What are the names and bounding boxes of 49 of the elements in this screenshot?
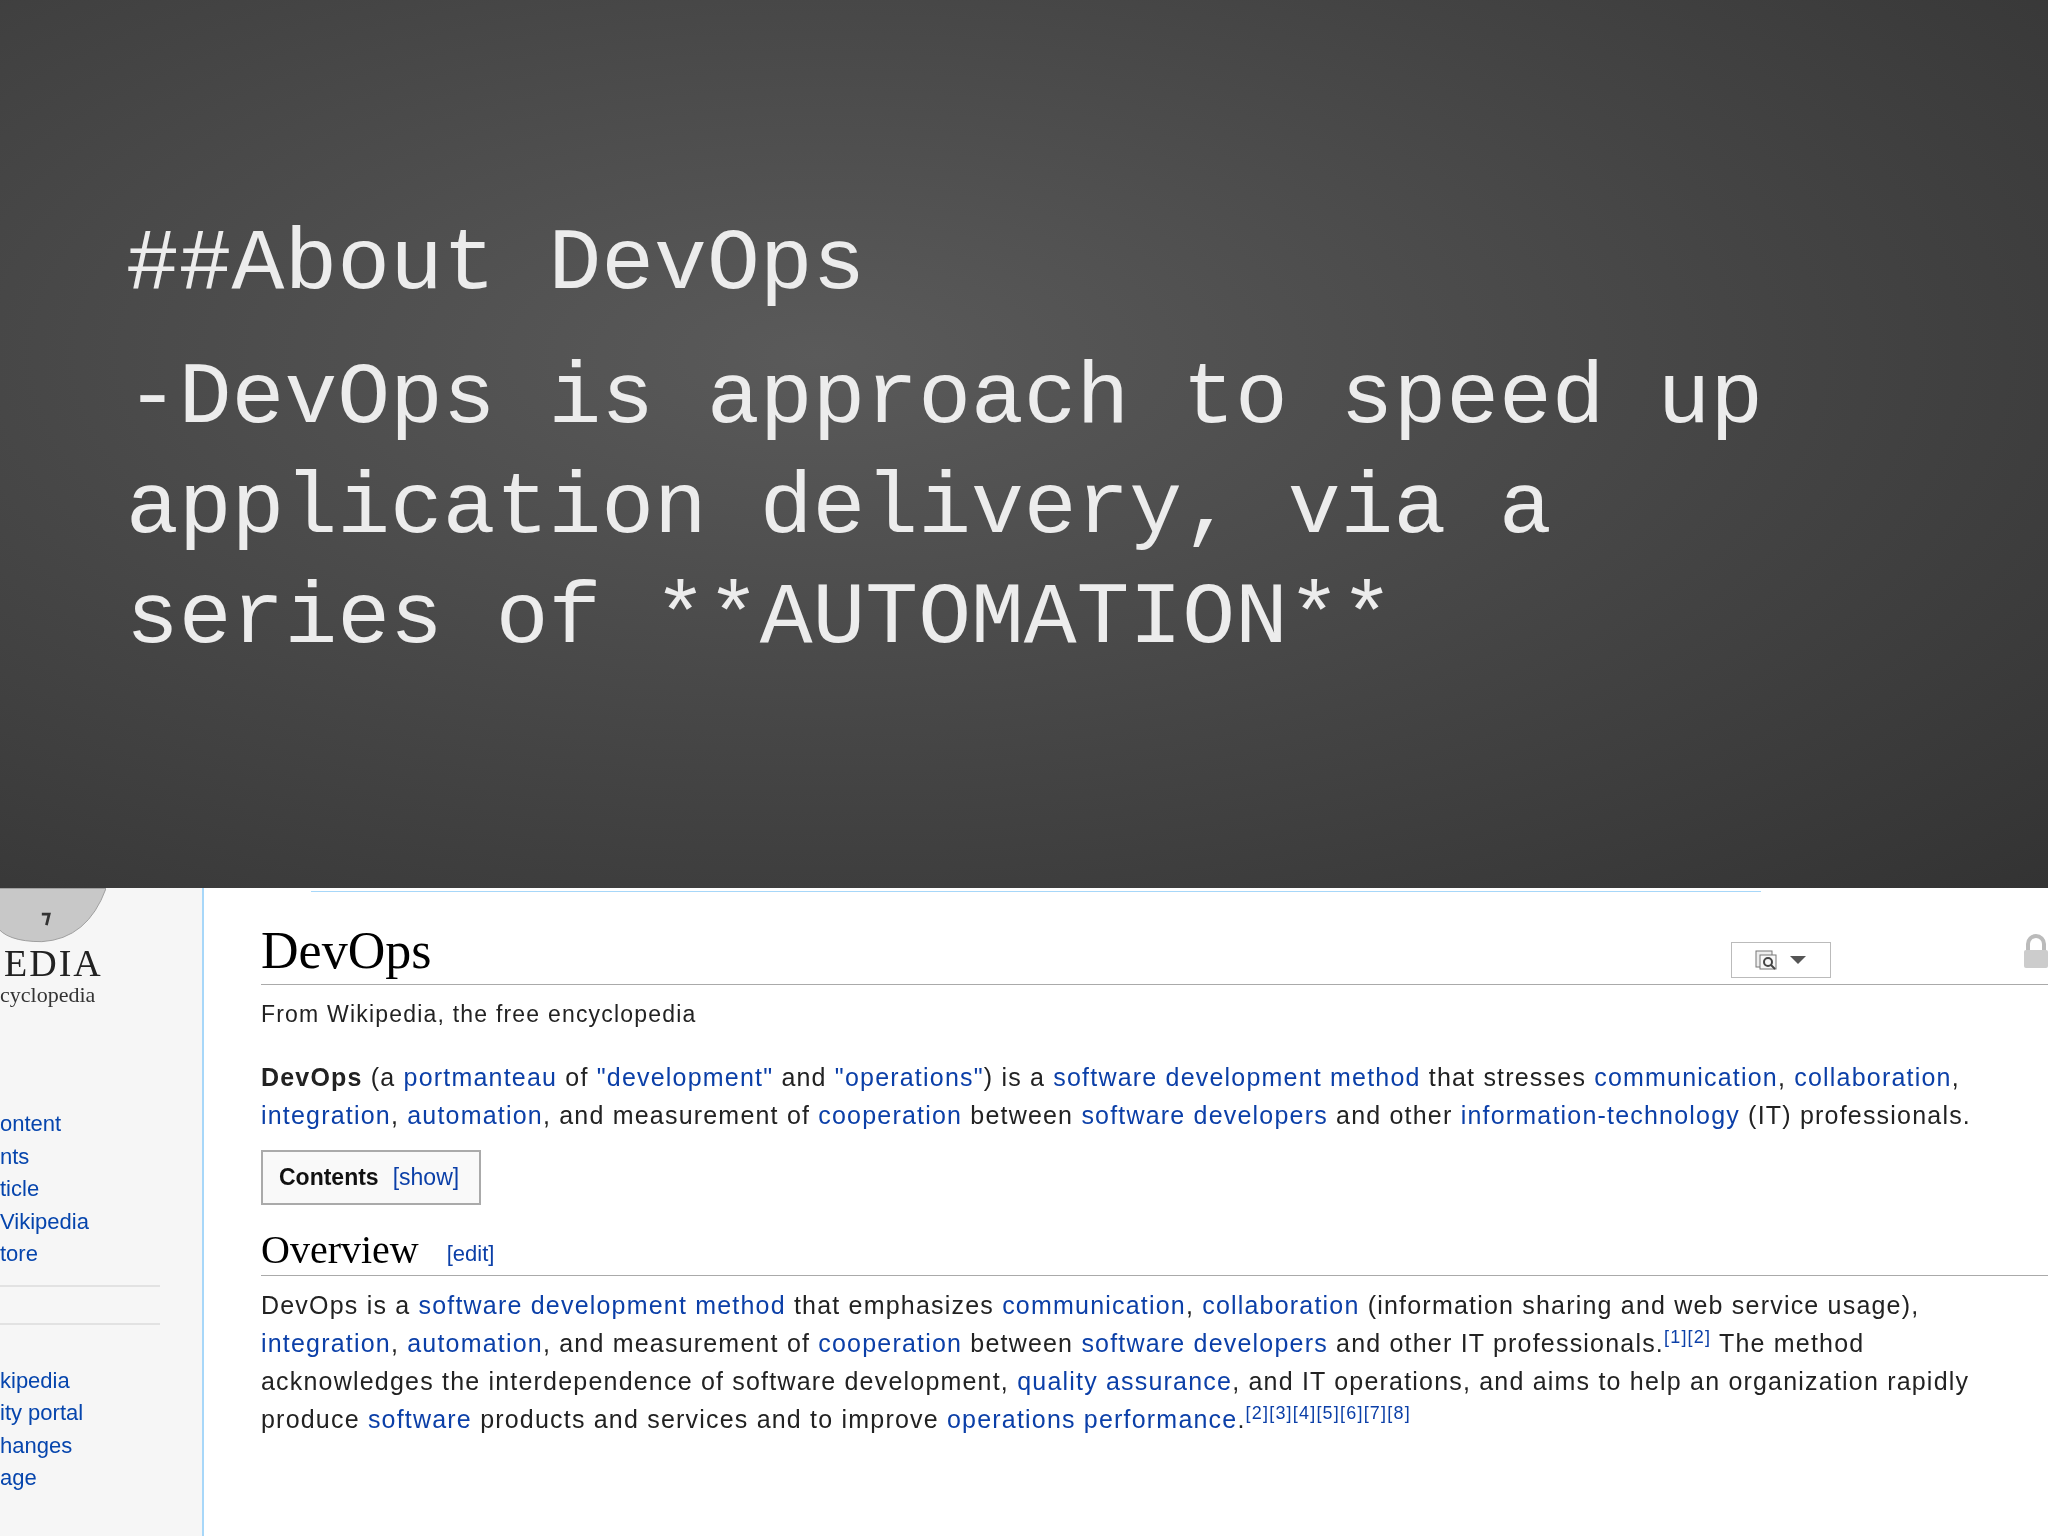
lock-icon: [2021, 934, 2048, 970]
preview-icon: [1754, 949, 1780, 971]
sidebar-link[interactable]: ity portal: [0, 1397, 160, 1430]
article-link[interactable]: operations performance: [946, 1405, 1238, 1433]
sidebar-link[interactable]: ontent: [0, 1108, 160, 1141]
article-link[interactable]: software developers: [1081, 1101, 1328, 1129]
article-link[interactable]: software developers: [1081, 1329, 1328, 1357]
article-link[interactable]: software development method: [1053, 1063, 1421, 1091]
sidebar-link[interactable]: kipedia: [0, 1364, 160, 1397]
sidebar-link[interactable]: hanges: [0, 1429, 160, 1462]
sidebar-link[interactable]: Vikipedia: [0, 1205, 160, 1238]
article-link[interactable]: integration: [261, 1329, 391, 1357]
article-link[interactable]: collaboration: [1202, 1291, 1360, 1319]
footnote-link[interactable]: [1][2]: [1664, 1326, 1712, 1347]
caret-icon: [1788, 954, 1808, 966]
sidebar-link[interactable]: nts: [0, 1140, 160, 1173]
sidebar-link[interactable]: age: [0, 1462, 160, 1495]
article-tagline: From Wikipedia, the free encyclopedia: [261, 1001, 698, 1028]
globe-logo-icon: [0, 888, 106, 944]
footnote-link[interactable]: [2][3][4][5][6][7][8]: [1245, 1402, 1411, 1423]
article-link[interactable]: automation: [407, 1101, 543, 1129]
article-link[interactable]: information-technology: [1460, 1101, 1740, 1129]
slide-heading: ##About DevOps: [126, 214, 867, 316]
sidebar-link[interactable]: ticle: [0, 1173, 160, 1206]
slide-text: -DevOps is approach to speed up application delivery, via a series of **AUTOMATION**: [126, 348, 1765, 670]
article-link[interactable]: automation: [407, 1329, 543, 1357]
intro-paragraph: DevOps (a portmanteau of "development" and "operations") is a software development method that stresses communication, collaboration, integration, automation, and measurement of cooperation between software developers and other information-technology (IT) professionals.: [261, 1062, 1972, 1131]
article-link[interactable]: cooperation: [818, 1329, 963, 1357]
section-heading: Overview: [261, 1227, 419, 1273]
edit-link[interactable]: [edit]: [446, 1241, 495, 1267]
article-link[interactable]: cooperation: [818, 1101, 963, 1129]
tools-dropdown-button[interactable]: [1731, 942, 1831, 978]
article-link[interactable]: portmanteau: [403, 1063, 558, 1091]
wordmark-tagline: cyclopedia: [0, 982, 97, 1008]
article-link[interactable]: "operations": [834, 1063, 984, 1091]
section-paragraph: DevOps is a software development method that emphasizes communication, collaboration (information sharing and web service usage), integration, automation, and measurement of cooperation between software developers and other IT professionals.$^{[1][2]}$ The method acknowledges the interdependence of software development, quality assurance, and IT operations, and aims to help an organization rapidly produce software products and services and to improve operations performance.$^{[2][3][4][5][6][7][8]}$: [261, 1290, 1971, 1435]
article-link[interactable]: software: [367, 1405, 472, 1433]
wordmark: EDIA: [4, 944, 104, 982]
article-link[interactable]: collaboration: [1794, 1063, 1952, 1091]
article-title: DevOps: [261, 921, 432, 980]
contents-title: Contents: [279, 1164, 379, 1191]
article-link[interactable]: integration: [261, 1101, 391, 1129]
show-link[interactable]: [show]: [392, 1164, 460, 1191]
article-link[interactable]: quality assurance: [1017, 1367, 1233, 1395]
sidebar-link[interactable]: tore: [0, 1238, 160, 1271]
article-link[interactable]: communication: [1594, 1063, 1778, 1091]
article-link[interactable]: communication: [1002, 1291, 1186, 1319]
article-link[interactable]: "development": [596, 1063, 774, 1091]
article-link[interactable]: software development method: [418, 1291, 786, 1319]
